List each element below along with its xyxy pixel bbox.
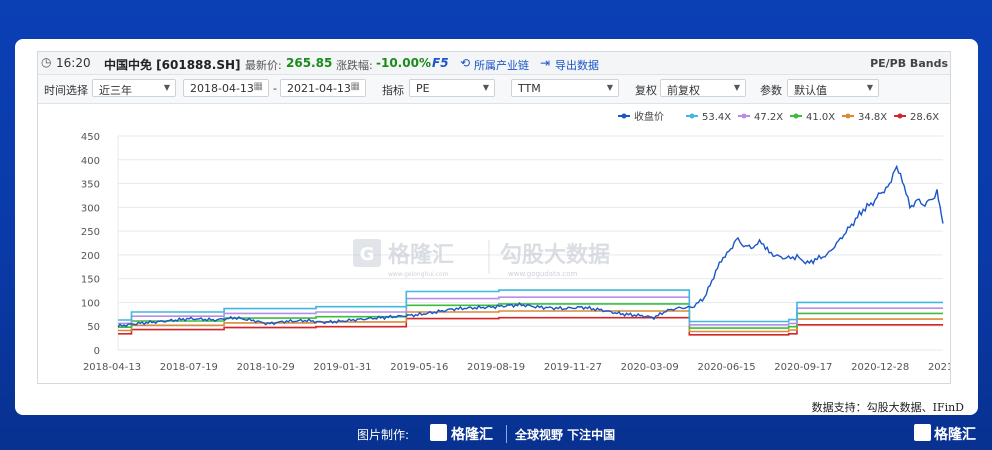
period-select[interactable]: 近三年 ▼ [92, 79, 176, 97]
legend-marker [897, 113, 903, 119]
x-tick-label: 2020-12-28 [851, 362, 909, 373]
y-tick-label: 50 [87, 322, 100, 333]
quote-header: ◷ 16:20 中国中免 [601888.SH] 最新价: 265.85 涨跌幅… [38, 52, 950, 75]
watermark-site: www.gelonghui.com [388, 271, 449, 278]
legend-marker [845, 113, 851, 119]
x-tick-label: 2020-09-17 [774, 362, 832, 373]
param-label: 参数 [760, 84, 782, 97]
link-icon: ⟲ [460, 56, 471, 70]
x-tick-label: 2019-05-16 [390, 362, 448, 373]
x-tick-label: 2018-04-13 [83, 362, 141, 373]
legend-label[interactable]: 28.6X [910, 112, 939, 123]
legend-marker [689, 113, 695, 119]
legend-label[interactable]: 收盘价 [634, 110, 664, 123]
x-tick-label: 2019-01-31 [313, 362, 371, 373]
indicator-select[interactable]: PE ▼ [409, 79, 495, 97]
clock-icon: ◷ [41, 55, 52, 69]
y-tick-label: 450 [81, 132, 100, 143]
quote-time: 16:20 [56, 56, 91, 70]
y-tick-label: 250 [81, 227, 100, 238]
indicator-value: PE [416, 82, 430, 95]
x-tick-label: 2019-08-19 [467, 362, 525, 373]
chart-panel: ◷ 16:20 中国中免 [601888.SH] 最新价: 265.85 涨跌幅… [37, 51, 951, 384]
bottom-bar: 图片制作: G 格隆汇 全球视野 下注中国 G 格隆汇 [357, 424, 976, 443]
indicator-label: 指标 [382, 84, 404, 97]
bottom-brand: 格隆汇 [451, 427, 493, 443]
right-brand: 格隆汇 [934, 427, 976, 443]
x-tick-label: 2021-04-08 [928, 362, 950, 373]
change-value: -10.00% [376, 56, 431, 70]
price-label: 最新价: [245, 59, 282, 72]
watermark-brand: 格隆汇 [388, 242, 454, 268]
x-tick-label: 2020-06-15 [697, 362, 755, 373]
x-tick-label: 2020-03-09 [621, 362, 679, 373]
data-source-note: 数据支持：勾股大数据、IFinD [811, 401, 964, 414]
x-tick-label: 2018-10-29 [237, 362, 295, 373]
chevron-down-icon: ▼ [866, 83, 873, 92]
stock-name: 中国中免 [601888.SH] [104, 58, 241, 72]
pe-band-chart: G 格隆汇 www.gelonghui.com 勾股大数据 www.gogudata.c… [81, 110, 950, 373]
param-select[interactable]: 默认值 ▼ [787, 79, 879, 97]
period-value: 近三年 [99, 84, 132, 97]
chevron-down-icon: ▼ [606, 83, 613, 92]
x-tick-label: 2018-07-19 [160, 362, 218, 373]
y-tick-label: 150 [81, 275, 100, 286]
watermark-data-brand: 勾股大数据 [500, 242, 610, 268]
x-tick-label: 2019-11-27 [544, 362, 602, 373]
date-to-value: 2021-04-13 [287, 82, 351, 95]
y-tick-label: 400 [81, 156, 100, 167]
calendar-icon: ▦ [350, 81, 360, 92]
export-icon: ⇥ [540, 56, 551, 70]
y-tick-label: 0 [94, 346, 100, 357]
legend-label[interactable]: 47.2X [754, 112, 783, 123]
chevron-down-icon: ▼ [163, 83, 170, 92]
divider [506, 425, 507, 443]
date-from-value: 2018-04-13 [190, 82, 254, 95]
y-tick-label: 100 [81, 298, 100, 309]
legend-label[interactable]: 34.8X [858, 112, 887, 123]
calendar-icon: ▦ [253, 81, 263, 92]
adjust-value: 前复权 [667, 84, 700, 97]
chevron-down-icon: ▼ [733, 83, 740, 92]
date-to-input[interactable]: 2021-04-13 ▦ [280, 79, 366, 97]
slogan: 全球视野 下注中国 [515, 428, 616, 442]
ttm-select[interactable]: TTM ▼ [511, 79, 619, 97]
change-label: 涨跌幅: [336, 59, 373, 72]
date-from-input[interactable]: 2018-04-13 ▦ [183, 79, 269, 97]
chart-card: ◷ 16:20 中国中免 [601888.SH] 最新价: 265.85 涨跌幅… [15, 39, 978, 415]
period-label: 时间选择 [44, 84, 88, 97]
watermark-logo-letter: G [360, 244, 375, 265]
adjust-select[interactable]: 前复权 ▼ [660, 79, 746, 97]
param-value: 默认值 [794, 84, 827, 97]
price-value: 265.85 [286, 56, 333, 70]
f5-button[interactable]: F5 [432, 56, 449, 70]
adjust-label: 复权 [635, 84, 657, 97]
legend-label[interactable]: 53.4X [702, 112, 731, 123]
made-by-label: 图片制作: [357, 428, 410, 442]
legend-marker [621, 113, 627, 119]
export-data-link[interactable]: 导出数据 [555, 57, 599, 73]
date-separator: - [273, 82, 277, 95]
legend-label[interactable]: 41.0X [806, 112, 835, 123]
chevron-down-icon: ▼ [482, 83, 489, 92]
y-tick-label: 350 [81, 180, 100, 191]
ttm-value: TTM [518, 82, 541, 95]
legend-marker [793, 113, 799, 119]
watermark: G 格隆汇 www.gelonghui.com 勾股大数据 www.gogudata.c… [353, 239, 610, 278]
filter-toolbar: 时间选择 近三年 ▼ 2018-04-13 ▦ - 2021-04-13 ▦ 指… [38, 75, 950, 104]
y-tick-label: 300 [81, 203, 100, 214]
y-tick-label: 200 [81, 251, 100, 262]
industry-chain-link[interactable]: 所属产业链 [474, 57, 529, 73]
legend-marker [741, 113, 747, 119]
watermark-data-site: www.gogudata.com [508, 270, 577, 278]
bands-title: PE/PB Bands [870, 57, 948, 70]
